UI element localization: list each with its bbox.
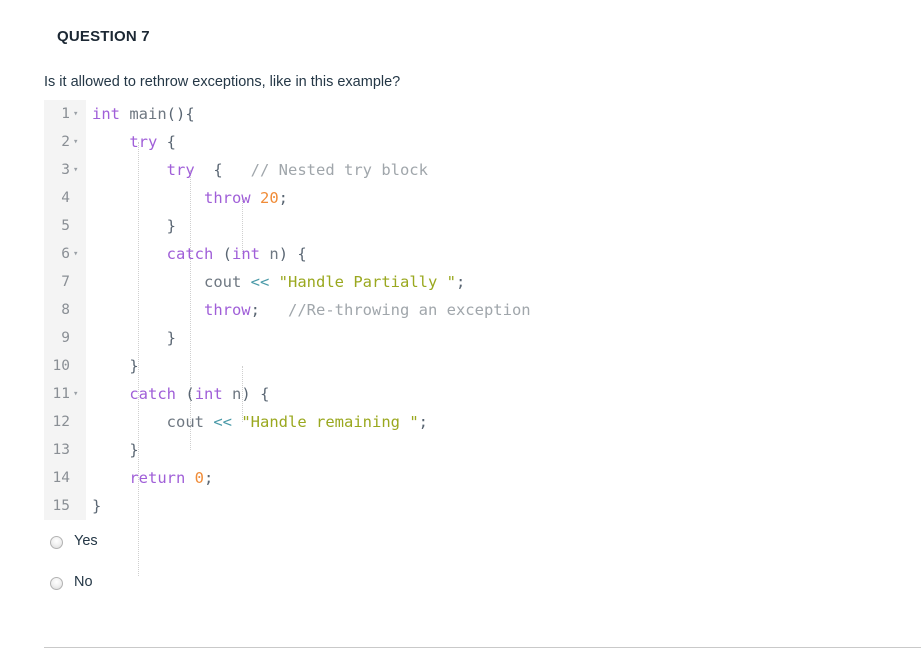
line-number: 14 xyxy=(52,470,70,486)
code-line-text: throw 20; xyxy=(203,189,289,207)
code-line[interactable]: 1 ▾ int main(){ xyxy=(44,100,904,128)
question-prompt: Is it allowed to rethrow exceptions, lik… xyxy=(44,74,401,90)
line-number: 11 xyxy=(52,386,70,402)
code-line-text: int main(){ xyxy=(92,105,195,123)
code-line-text: } xyxy=(92,497,102,515)
code-line[interactable]: 10 } xyxy=(44,352,904,380)
line-number: 7 xyxy=(61,274,70,290)
radio-button-no[interactable] xyxy=(50,577,63,590)
code-line[interactable]: 7 cout << "Handle Partially "; xyxy=(44,268,904,296)
line-number: 15 xyxy=(52,498,70,514)
code-editor: 1 ▾ int main(){2 ▾ try {3 ▾ try { // Nested … xyxy=(44,100,904,576)
radio-button-yes[interactable] xyxy=(50,536,63,549)
code-line[interactable]: 15} xyxy=(44,492,904,520)
code-fold-toggle-icon[interactable]: ▾ xyxy=(73,380,83,408)
code-line-text: } xyxy=(129,357,139,375)
code-line-text: cout << "Handle remaining "; xyxy=(166,413,428,431)
code-line[interactable]: 11 ▾ catch (int n) { xyxy=(44,380,904,408)
code-line-list[interactable]: 1 ▾ int main(){2 ▾ try {3 ▾ try { // Nested … xyxy=(44,100,904,520)
code-line[interactable]: 8 throw; //Re-throwing an exception xyxy=(44,296,904,324)
code-line[interactable]: 14 return 0; xyxy=(44,464,904,492)
answer-option-yes-label: Yes xyxy=(74,533,98,549)
code-line-text: } xyxy=(166,329,176,347)
line-number: 6 xyxy=(61,246,70,262)
code-fold-toggle-icon[interactable]: ▾ xyxy=(73,156,83,184)
code-line[interactable]: 5 } xyxy=(44,212,904,240)
answer-option-no-label: No xyxy=(74,574,93,590)
line-number: 13 xyxy=(52,442,70,458)
line-number: 3 xyxy=(61,162,70,178)
line-number: 5 xyxy=(61,218,70,234)
code-line-text: cout << "Handle Partially "; xyxy=(203,273,466,291)
code-fold-toggle-icon[interactable]: ▾ xyxy=(73,128,83,156)
code-fold-toggle-icon[interactable]: ▾ xyxy=(73,240,83,268)
code-fold-toggle-icon[interactable]: ▾ xyxy=(73,100,83,128)
line-number: 2 xyxy=(61,134,70,150)
line-number: 1 xyxy=(61,106,70,122)
code-line-text: throw; //Re-throwing an exception xyxy=(203,301,531,319)
code-line-text: return 0; xyxy=(129,469,214,487)
section-divider xyxy=(44,647,921,648)
code-line[interactable]: 2 ▾ try { xyxy=(44,128,904,156)
code-line[interactable]: 3 ▾ try { // Nested try block xyxy=(44,156,904,184)
code-line[interactable]: 12 cout << "Handle remaining "; xyxy=(44,408,904,436)
line-number: 9 xyxy=(61,330,70,346)
question-page: QUESTION 7 Is it allowed to rethrow exce… xyxy=(0,0,921,665)
code-line-text: catch (int n) { xyxy=(166,245,307,263)
line-number: 10 xyxy=(52,358,70,374)
code-line[interactable]: 6 ▾ catch (int n) { xyxy=(44,240,904,268)
line-number: 12 xyxy=(52,414,70,430)
code-line[interactable]: 4 throw 20; xyxy=(44,184,904,212)
code-line-text: } xyxy=(129,441,139,459)
code-line-text: } xyxy=(166,217,176,235)
page-title: QUESTION 7 xyxy=(57,28,150,45)
code-line-text: try { xyxy=(129,133,177,151)
line-number: 8 xyxy=(61,302,70,318)
code-line-text: catch (int n) { xyxy=(129,385,270,403)
code-line-text: try { // Nested try block xyxy=(166,161,428,179)
line-number: 4 xyxy=(61,190,70,206)
code-line[interactable]: 13 } xyxy=(44,436,904,464)
code-line[interactable]: 9 } xyxy=(44,324,904,352)
